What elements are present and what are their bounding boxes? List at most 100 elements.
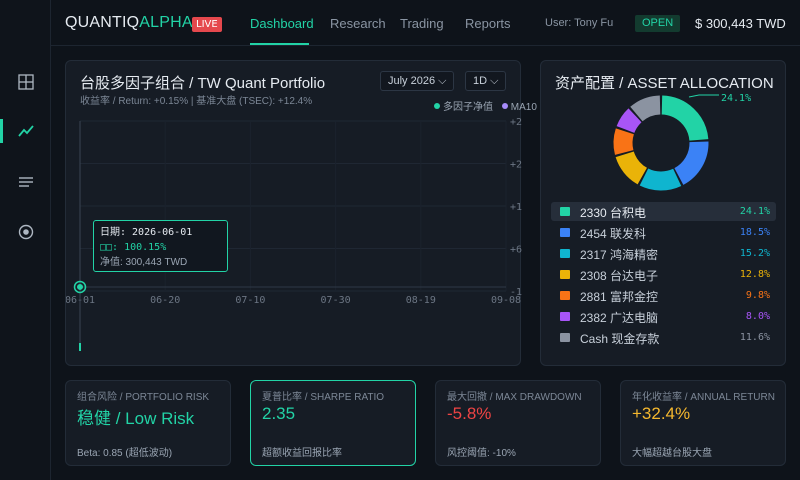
kpi-label: 夏普比率 / SHARPE RATIO bbox=[262, 392, 385, 403]
allocation-pct: 24.1% bbox=[739, 206, 770, 217]
allocation-swatch bbox=[560, 249, 570, 258]
legend-item-nav[interactable]: 多因子净值 bbox=[434, 102, 493, 113]
donut-slice[interactable] bbox=[673, 141, 709, 185]
tooltip-date: 日期: 2026-06-01 bbox=[100, 227, 193, 238]
allocation-swatch bbox=[560, 228, 570, 237]
donut-slice[interactable] bbox=[613, 128, 635, 155]
kpi-sharpe-ratio[interactable]: 夏普比率 / SHARPE RATIO 2.35 超额收益回报比率 bbox=[250, 380, 416, 466]
chart-title: 台股多因子组合 / TW Quant Portfolio bbox=[80, 75, 326, 92]
kpi-max-drawdown[interactable]: 最大回撤 / MAX DRAWDOWN -5.8% 风控阈值: -10% bbox=[435, 380, 601, 466]
live-badge: LIVE bbox=[192, 17, 222, 32]
target-icon bbox=[18, 224, 33, 240]
kpi-value: -5.8% bbox=[447, 404, 492, 423]
legend-label-nav: 多因子净值 bbox=[443, 102, 493, 113]
x-tick-label: 06-01 bbox=[66, 295, 95, 306]
x-tick-label: 07-10 bbox=[235, 295, 265, 306]
allocation-swatch bbox=[560, 207, 570, 216]
nav-trading[interactable]: Trading bbox=[400, 16, 444, 31]
nav-active-underline bbox=[250, 43, 309, 45]
donut-leader-line bbox=[688, 94, 719, 98]
kpi-value: 2.35 bbox=[262, 404, 296, 423]
allocation-row[interactable]: Cash 现金存款 11.6% bbox=[551, 328, 776, 347]
allocation-donut-chart[interactable] bbox=[541, 61, 786, 201]
y-tick-label: +27.0 bbox=[510, 117, 522, 128]
tooltip-nav: 净值: 300,443 TWD bbox=[100, 257, 188, 268]
list-icon bbox=[18, 177, 33, 187]
x-tick-label: 08-19 bbox=[406, 295, 436, 306]
allocation-name: 2330 台积电 bbox=[580, 206, 647, 220]
allocation-row[interactable]: 2317 鸿海精密 15.2% bbox=[551, 244, 776, 263]
interval-select[interactable]: 1D ⌵ bbox=[465, 71, 507, 91]
top-header: QUANTIQALPHA LIVE Dashboard Research Tra… bbox=[51, 0, 800, 46]
market-status-badge: OPEN bbox=[635, 15, 681, 32]
kpi-value: +32.4% bbox=[632, 404, 691, 423]
y-tick-label: +12.0 bbox=[510, 202, 522, 213]
allocation-swatch bbox=[560, 312, 570, 321]
kpi-value: 稳健 / Low Risk bbox=[77, 409, 195, 428]
allocation-name: 2308 台达电子 bbox=[580, 269, 659, 283]
allocation-row[interactable]: 2454 联发科 18.5% bbox=[551, 223, 776, 242]
sidebar-item-trend[interactable] bbox=[0, 111, 51, 151]
donut-slice[interactable] bbox=[630, 95, 661, 122]
allocation-pct: 18.5% bbox=[739, 227, 770, 238]
chart-tooltip: 日期: 2026-06-01 □□: 100.15% 净值: 300,443 T… bbox=[93, 220, 228, 272]
allocation-name: Cash 现金存款 bbox=[580, 332, 660, 346]
volume-bar bbox=[79, 343, 81, 351]
allocation-swatch bbox=[560, 270, 570, 279]
grid-icon bbox=[17, 74, 34, 90]
kpi-foot: 风控阈值: -10% bbox=[447, 448, 516, 459]
user-label[interactable]: User: Tony Fu bbox=[545, 17, 613, 29]
sidebar bbox=[0, 0, 51, 480]
allocation-pct: 15.2% bbox=[739, 248, 770, 259]
allocation-name: 2454 联发科 bbox=[580, 227, 647, 241]
x-tick-label: 09-08 bbox=[491, 295, 521, 306]
app-logo[interactable]: QUANTIQALPHA bbox=[65, 14, 193, 32]
nav-research[interactable]: Research bbox=[330, 16, 386, 31]
nav-dashboard[interactable]: Dashboard bbox=[250, 16, 314, 31]
tooltip-return: □□: 100.15% bbox=[100, 242, 167, 253]
donut-slice[interactable] bbox=[639, 168, 682, 191]
donut-slice[interactable] bbox=[661, 95, 709, 142]
donut-slice[interactable] bbox=[616, 108, 642, 134]
kpi-foot: 超额收益回报比率 bbox=[262, 448, 342, 459]
allocation-row[interactable]: 2382 广达电脑 8.0% bbox=[551, 307, 776, 326]
period-select[interactable]: July 2026 ⌵ bbox=[380, 71, 455, 91]
kpi-annual-return[interactable]: 年化收益率 / ANNUAL RETURN +32.4% 大幅超越台股大盘 bbox=[620, 380, 786, 466]
allocation-name: 2382 广达电脑 bbox=[580, 311, 659, 325]
legend-item-ma10[interactable]: MA10 bbox=[501, 102, 537, 113]
kpi-portfolio-risk[interactable]: 组合风险 / PORTFOLIO RISK 稳健 / Low Risk Beta… bbox=[65, 380, 231, 466]
allocation-row[interactable]: 2330 台积电 24.1% bbox=[551, 202, 776, 221]
trend-line-icon bbox=[17, 125, 34, 137]
donut-slice[interactable] bbox=[615, 150, 648, 185]
allocation-pct: 12.8% bbox=[739, 269, 770, 280]
nav-reports[interactable]: Reports bbox=[465, 16, 511, 31]
allocation-name: 2317 鸿海精密 bbox=[580, 248, 659, 262]
allocation-swatch bbox=[560, 333, 570, 342]
allocation-row[interactable]: 2881 富邦金控 9.8% bbox=[551, 286, 776, 305]
legend-dot-icon bbox=[434, 103, 440, 109]
chart-subtitle: 收益率 / Return: +0.15% | 基准大盘 (TSEC): +12.… bbox=[80, 96, 313, 107]
kpi-foot: 大幅超越台股大盘 bbox=[632, 448, 712, 459]
allocation-pct: 11.6% bbox=[739, 332, 770, 343]
portfolio-chart-panel: +27.0+20.3+12.0+6.50-1.9006-0106-2007-10… bbox=[65, 60, 537, 366]
data-point[interactable] bbox=[77, 283, 83, 290]
y-tick-label: +20.3 bbox=[510, 160, 522, 171]
allocation-pct: 8.0% bbox=[745, 311, 770, 322]
kpi-foot: Beta: 0.85 (超低波动) bbox=[77, 448, 173, 459]
kpi-label: 最大回撤 / MAX DRAWDOWN bbox=[447, 392, 582, 403]
x-tick-label: 06-20 bbox=[150, 295, 180, 306]
y-tick-label: +6.50 bbox=[510, 245, 522, 256]
sidebar-item-target[interactable] bbox=[0, 212, 51, 252]
sidebar-item-list[interactable] bbox=[0, 162, 51, 202]
sidebar-item-grid[interactable] bbox=[0, 62, 51, 102]
logo-accent: ALPHA bbox=[139, 14, 193, 31]
kpi-label: 组合风险 / PORTFOLIO RISK bbox=[77, 392, 210, 403]
allocation-swatch bbox=[560, 291, 570, 300]
donut-top-label: 24.1% bbox=[721, 93, 752, 104]
asset-allocation-panel: 资产配置 / ASSET ALLOCATION 24.1% 2330 台积电 24… bbox=[540, 60, 786, 366]
chart-legend: 多因子净值 MA10 bbox=[434, 98, 537, 113]
account-balance: $ 300,443 TWD bbox=[695, 16, 786, 31]
legend-dot-icon bbox=[501, 103, 508, 109]
allocation-name: 2881 富邦金控 bbox=[580, 290, 659, 304]
allocation-row[interactable]: 2308 台达电子 12.8% bbox=[551, 265, 776, 284]
